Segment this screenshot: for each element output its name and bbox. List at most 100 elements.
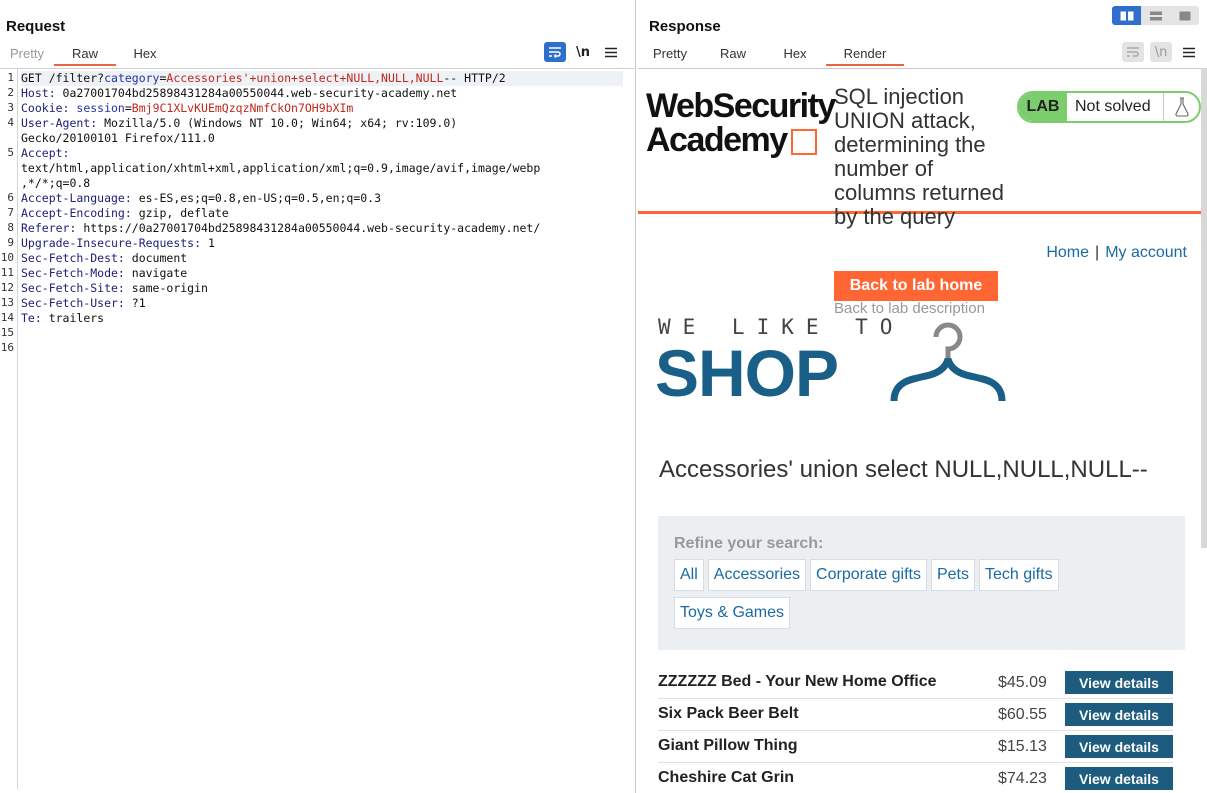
code-token: 1 — [207, 236, 215, 250]
request-line[interactable]: Sec-Fetch-Mode: navigate — [21, 266, 187, 281]
tab-hex[interactable]: Hex — [116, 44, 174, 66]
request-editor[interactable]: 1 2 3 4 5 6 7 8 9 10 11 12 13 14 15 16 GET /filter?cate… — [0, 68, 635, 789]
code-token: -- HTTP/2 — [443, 71, 506, 85]
code-token: ,*/*;q=0.8 — [21, 176, 91, 190]
tab-pretty[interactable]: Pretty — [0, 44, 54, 66]
line-number: 5 — [7, 146, 14, 159]
hamburger-menu-icon[interactable] — [1178, 42, 1200, 62]
line-number: 9 — [7, 236, 14, 249]
product-name: Giant Pillow Thing — [658, 737, 798, 754]
code-token: Referer: — [21, 221, 84, 235]
response-toolbar: \n — [1122, 42, 1200, 62]
line-number: 12 — [0, 281, 14, 294]
code-token: trailers — [48, 311, 105, 325]
request-line[interactable]: Sec-Fetch-Dest: document — [21, 251, 187, 266]
tab-pretty[interactable]: Pretty — [638, 44, 702, 66]
search-results-heading: Accessories' union select NULL,NULL,NULL… — [659, 456, 1148, 483]
response-title: Response — [649, 18, 721, 35]
code-token: Sec-Fetch-Mode: — [21, 266, 132, 280]
tab-hex[interactable]: Hex — [764, 44, 826, 66]
category-corporate-gifts[interactable]: Corporate gifts — [810, 559, 927, 591]
category-accessories[interactable]: Accessories — [707, 559, 807, 591]
product-price: $15.13 — [998, 738, 1047, 755]
view-details-button[interactable]: View details — [1065, 703, 1173, 726]
top-navigation: Home | My account — [1046, 244, 1187, 262]
request-line[interactable]: Referer: https://0a27001704bd25898431284… — [21, 221, 540, 236]
line-number: 2 — [7, 86, 14, 99]
category-pets[interactable]: Pets — [930, 559, 975, 591]
layout-toggle — [1112, 6, 1199, 25]
response-tabs: Pretty Raw Hex Render — [638, 44, 904, 66]
refine-label: Refine your search: — [674, 535, 824, 552]
code-token: User-Agent: — [21, 116, 105, 130]
code-token: ?1 — [131, 296, 146, 310]
tab-render[interactable]: Render — [826, 44, 904, 66]
code-token: document — [131, 251, 188, 265]
request-line[interactable]: Te: trailers — [21, 311, 104, 326]
request-line[interactable]: Sec-Fetch-User: ?1 — [21, 296, 146, 311]
code-token: Te: — [21, 311, 49, 325]
request-line[interactable]: ,*/*;q=0.8 — [21, 176, 90, 191]
request-toolbar: \n — [544, 42, 622, 62]
lab-tag: LAB — [1019, 93, 1067, 121]
code-token: https://0a27001704bd25898431284a00550044… — [83, 221, 541, 235]
lab-title: SQL injection UNION attack, determining … — [834, 84, 1004, 229]
category-tech-gifts[interactable]: Tech gifts — [978, 559, 1059, 591]
request-line[interactable]: Upgrade-Insecure-Requests: 1 — [21, 236, 215, 251]
view-details-button[interactable]: View details — [1065, 767, 1173, 790]
hamburger-menu-icon[interactable] — [600, 42, 622, 62]
code-token: Upgrade-Insecure-Requests: — [21, 236, 208, 250]
request-line[interactable]: text/html,application/xhtml+xml,applicat… — [21, 161, 540, 176]
back-to-lab-home-button[interactable]: Back to lab home — [834, 271, 998, 301]
view-details-button[interactable]: View details — [1065, 735, 1173, 758]
split-horizontal-icon[interactable] — [1141, 6, 1170, 25]
request-line[interactable]: Accept: — [21, 146, 69, 161]
tab-raw[interactable]: Raw — [702, 44, 764, 66]
product-name: Six Pack Beer Belt — [658, 705, 799, 722]
request-line[interactable]: Accept-Language: es-ES,es;q=0.8,en-US;q=… — [21, 191, 381, 206]
request-line[interactable]: User-Agent: Mozilla/5.0 (Windows NT 10.0… — [21, 116, 457, 131]
line-number: 10 — [0, 251, 14, 264]
logo-line2: Academy — [646, 121, 788, 159]
render-scrollbar[interactable] — [1201, 68, 1207, 548]
request-tabs: Pretty Raw Hex — [0, 44, 174, 66]
filter-panel: Refine your search: All Accessories Corp… — [658, 516, 1185, 650]
request-line[interactable]: GET /filter?category=Accessories'+union+… — [21, 71, 623, 86]
split-vertical-icon[interactable] — [1112, 6, 1141, 25]
newline-toggle-button[interactable]: \n — [572, 42, 594, 62]
code-token: Bmj9C1XLvKUEmQzqzNmfCkOn7OH9bXIm — [131, 101, 354, 115]
line-number: 3 — [7, 101, 14, 114]
nav-home-link[interactable]: Home — [1046, 244, 1089, 261]
line-number: 1 — [7, 71, 14, 84]
academy-logo: WebSecurity Academy — [646, 89, 836, 159]
request-line[interactable]: Gecko/20100101 Firefox/111.0 — [21, 131, 215, 146]
code-token: Accept-Encoding: — [21, 206, 139, 220]
product-row: Six Pack Beer Belt $60.55 View details — [658, 699, 1173, 731]
category-filters: All Accessories Corporate gifts Pets Tec… — [674, 559, 1174, 629]
request-line[interactable]: Host: 0a27001704bd25898431284a00550044.w… — [21, 86, 457, 101]
request-line[interactable]: Cookie: session=Bmj9C1XLvKUEmQzqzNmfCkOn… — [21, 101, 353, 116]
category-all[interactable]: All — [674, 559, 704, 591]
newline-toggle-button[interactable]: \n — [1150, 42, 1172, 62]
wrap-lines-icon[interactable] — [1122, 42, 1144, 62]
line-number: 8 — [7, 221, 14, 234]
category-toys-games[interactable]: Toys & Games — [674, 597, 791, 629]
request-line[interactable]: Accept-Encoding: gzip, deflate — [21, 206, 229, 221]
single-pane-icon[interactable] — [1170, 6, 1199, 25]
nav-separator: | — [1095, 244, 1100, 261]
rendered-page: WebSecurity Academy SQL injection UNION … — [638, 68, 1207, 793]
flask-icon — [1163, 93, 1199, 121]
tab-raw[interactable]: Raw — [54, 44, 116, 66]
nav-my-account-link[interactable]: My account — [1105, 244, 1187, 261]
wrap-lines-icon[interactable] — [544, 42, 566, 62]
hanger-icon — [890, 322, 1006, 402]
view-details-button[interactable]: View details — [1065, 671, 1173, 694]
line-number: 7 — [7, 206, 14, 219]
code-token: gzip, deflate — [138, 206, 229, 220]
burp-repeater: Request Pretty Raw Hex \n 1 2 3 4 5 6 7 8 9 10 11 1… — [0, 0, 1207, 793]
line-number: 13 — [0, 296, 14, 309]
code-token: Accessories'+union+select+NULL,NULL,NULL — [166, 71, 444, 85]
product-name: ZZZZZZ Bed - Your New Home Office — [658, 673, 937, 690]
code-token: Sec-Fetch-Site: — [21, 281, 132, 295]
request-line[interactable]: Sec-Fetch-Site: same-origin — [21, 281, 208, 296]
